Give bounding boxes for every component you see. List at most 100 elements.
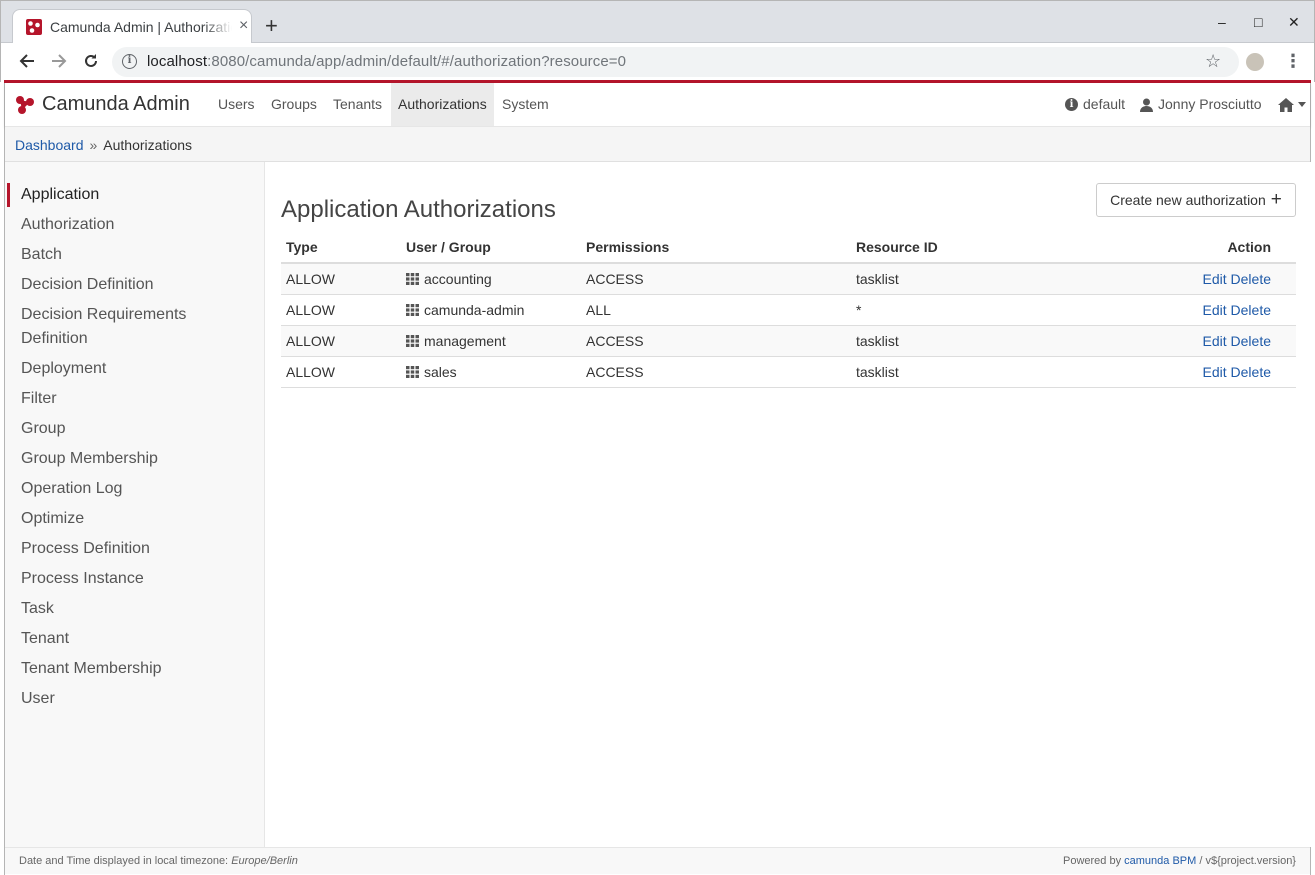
sidebar-item-process-instance[interactable]: Process Instance	[21, 567, 241, 591]
bookmark-star-icon[interactable]: ☆	[1205, 51, 1221, 72]
sidebar-item-tenant-membership[interactable]: Tenant Membership	[21, 657, 241, 681]
cell-action: Edit Delete	[1141, 325, 1296, 357]
cell-user-group: accounting	[401, 263, 581, 295]
group-icon	[406, 271, 424, 287]
app-switcher[interactable]	[1278, 83, 1306, 126]
sidebar-item-group[interactable]: Group	[21, 417, 241, 441]
camunda-bpm-link[interactable]: camunda BPM	[1124, 855, 1196, 867]
version-text: / v${project.version}	[1199, 855, 1296, 867]
new-tab-button[interactable]: +	[265, 15, 278, 37]
engine-name: default	[1083, 96, 1126, 112]
cell-resource-id: tasklist	[851, 325, 1141, 357]
create-button-label: Create new authorization	[1110, 192, 1266, 208]
table-header-row: Type User / Group Permissions Resource I…	[281, 232, 1296, 264]
cell-resource-id: *	[851, 294, 1141, 326]
cell-action: Edit Delete	[1141, 263, 1296, 295]
extension-avatar-icon[interactable]	[1246, 53, 1264, 71]
nav-users[interactable]: Users	[211, 83, 262, 126]
edit-link[interactable]: Edit	[1203, 271, 1227, 287]
sidebar-item-deployment[interactable]: Deployment	[21, 357, 241, 381]
user-name: Jonny Prosciutto	[1158, 96, 1262, 112]
sidebar-item-process-definition[interactable]: Process Definition	[21, 537, 241, 561]
sidebar-item-application[interactable]: Application	[21, 183, 241, 207]
table-row: ALLOW management ACCESS tasklist Edit Delete	[281, 325, 1296, 357]
sidebar-item-filter[interactable]: Filter	[21, 387, 241, 411]
edit-link[interactable]: Edit	[1203, 302, 1227, 318]
engine-selector[interactable]: i default	[1065, 83, 1125, 126]
sidebar-item-decision-definition[interactable]: Decision Definition	[21, 273, 241, 297]
cell-resource-id: tasklist	[851, 263, 1141, 295]
create-authorization-button[interactable]: Create new authorization +	[1096, 183, 1296, 217]
user-menu[interactable]: Jonny Prosciutto	[1140, 83, 1262, 126]
sidebar-item-optimize[interactable]: Optimize	[21, 507, 241, 531]
cell-type: ALLOW	[281, 263, 401, 295]
delete-link[interactable]: Delete	[1231, 302, 1271, 318]
info-circle-icon: i	[1065, 98, 1078, 111]
column-header-user-group: User / Group	[401, 232, 581, 264]
main-content: Application Authorizations Create new au…	[266, 162, 1312, 847]
forward-icon[interactable]	[49, 51, 69, 71]
camunda-favicon-icon	[26, 19, 42, 35]
nav-groups[interactable]: Groups	[264, 83, 324, 126]
delete-link[interactable]: Delete	[1231, 364, 1271, 380]
cell-user-group: sales	[401, 356, 581, 388]
tab-strip: Camunda Admin | Authorizations × + – □ ✕	[1, 1, 1314, 44]
cell-permissions: ACCESS	[581, 325, 851, 357]
powered-by: Powered by camunda BPM / v${project.vers…	[1063, 855, 1296, 867]
maximize-icon[interactable]: □	[1254, 14, 1262, 30]
sidebar-item-batch[interactable]: Batch	[21, 243, 241, 267]
sidebar-item-user[interactable]: User	[21, 687, 241, 711]
cell-permissions: ALL	[581, 294, 851, 326]
plus-icon: +	[1270, 189, 1282, 210]
cell-user-group: management	[401, 325, 581, 357]
breadcrumb-bar: Dashboard » Authorizations	[5, 127, 1310, 162]
sidebar-item-authorization[interactable]: Authorization	[21, 213, 241, 237]
page-title: Application Authorizations	[281, 196, 556, 223]
cell-type: ALLOW	[281, 294, 401, 326]
authorizations-table: Type User / Group Permissions Resource I…	[281, 232, 1296, 388]
breadcrumb: Dashboard » Authorizations	[15, 137, 192, 153]
cell-type: ALLOW	[281, 325, 401, 357]
group-icon	[406, 302, 424, 318]
camunda-admin-app: Camunda Admin Users Groups Tenants Autho…	[4, 83, 1312, 875]
sidebar-item-tenant[interactable]: Tenant	[21, 627, 241, 651]
cell-permissions: ACCESS	[581, 356, 851, 388]
tab-close-icon[interactable]: ×	[239, 18, 248, 34]
timezone-value: Europe/Berlin	[231, 855, 298, 867]
brand[interactable]: Camunda Admin	[15, 93, 190, 116]
browser-tab[interactable]: Camunda Admin | Authorizations ×	[12, 9, 252, 44]
group-name: camunda-admin	[424, 301, 525, 318]
address-bar[interactable]: i localhost:8080/camunda/app/admin/defau…	[112, 47, 1239, 77]
reload-icon[interactable]	[81, 51, 101, 71]
nav-system[interactable]: System	[495, 83, 556, 126]
site-info-icon[interactable]: i	[122, 54, 137, 69]
delete-link[interactable]: Delete	[1231, 271, 1271, 287]
camunda-logo-icon	[15, 94, 35, 115]
sidebar-item-task[interactable]: Task	[21, 597, 241, 621]
sidebar-item-operation-log[interactable]: Operation Log	[21, 477, 241, 501]
minimize-icon[interactable]: –	[1218, 14, 1226, 30]
delete-link[interactable]: Delete	[1231, 333, 1271, 349]
browser-menu-icon[interactable]: ⋮	[1284, 51, 1302, 71]
nav-tenants[interactable]: Tenants	[326, 83, 389, 126]
timezone-label: Date and Time displayed in local timezon…	[19, 855, 229, 867]
edit-link[interactable]: Edit	[1203, 364, 1227, 380]
resource-sidebar: Application Authorization Batch Decision…	[5, 162, 265, 847]
tab-title: Camunda Admin | Authorizations	[50, 19, 232, 35]
sidebar-item-group-membership[interactable]: Group Membership	[21, 447, 241, 471]
table-row: ALLOW sales ACCESS tasklist Edit Delete	[281, 356, 1296, 388]
cell-permissions: ACCESS	[581, 263, 851, 295]
active-item-marker	[7, 183, 10, 207]
group-name: accounting	[424, 270, 492, 287]
sidebar-item-decision-requirements-definition[interactable]: Decision Requirements Definition	[21, 303, 241, 351]
nav-authorizations[interactable]: Authorizations	[391, 83, 494, 126]
group-name: management	[424, 332, 506, 349]
cell-user-group: camunda-admin	[401, 294, 581, 326]
back-icon[interactable]	[17, 51, 37, 71]
edit-link[interactable]: Edit	[1203, 333, 1227, 349]
table-row: ALLOW accounting ACCESS tasklist Edit Delete	[281, 263, 1296, 295]
close-window-icon[interactable]: ✕	[1288, 14, 1300, 30]
breadcrumb-dashboard-link[interactable]: Dashboard	[15, 137, 84, 153]
group-icon	[406, 364, 424, 380]
cell-action: Edit Delete	[1141, 356, 1296, 388]
